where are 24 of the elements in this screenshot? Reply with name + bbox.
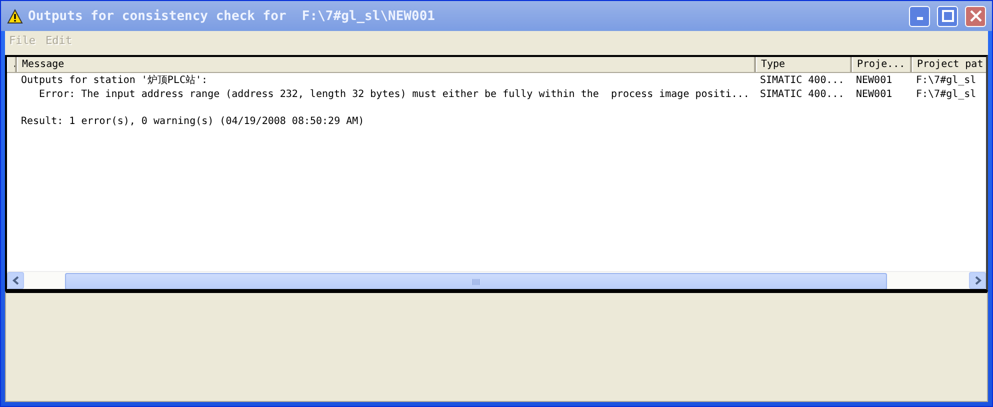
scrollbar-thumb[interactable] bbox=[65, 273, 887, 289]
table-cell-text: Error: The input address range (address 232, length 32 bytes) must either be fully within the process image positi... bbox=[38, 88, 750, 101]
scroll-left-button[interactable] bbox=[7, 272, 24, 289]
maximize-icon bbox=[942, 10, 954, 22]
table-cell-text: SIMATIC 400... bbox=[759, 88, 846, 101]
minimize-button[interactable] bbox=[909, 6, 930, 26]
warning-icon bbox=[7, 8, 23, 24]
grip-icon bbox=[472, 278, 480, 284]
table-cell-text: NEW001 bbox=[855, 74, 894, 88]
table-cell-text: Outputs for station '炉顶PLC站': bbox=[20, 74, 209, 88]
window-title: Outputs for consistency check for F:\7#gl_sl\NEW001 bbox=[28, 8, 436, 24]
table-cell-text: F:\7#gl_sl bbox=[915, 74, 978, 88]
table-cell-text: SIMATIC 400... bbox=[759, 74, 846, 88]
close-button[interactable] bbox=[965, 6, 986, 26]
maximize-button[interactable] bbox=[937, 6, 958, 26]
column-header[interactable]: Type bbox=[756, 57, 852, 72]
scroll-right-button[interactable] bbox=[969, 272, 986, 289]
column-header[interactable]: Project pat bbox=[912, 57, 986, 72]
close-icon bbox=[970, 10, 982, 22]
table-cell-text: NEW001 bbox=[855, 88, 894, 101]
column-header[interactable]: Proje... bbox=[852, 57, 912, 72]
table-cell-text: Result: 1 error(s), 0 warning(s) (04/19/2008 08:50:29 AM) bbox=[20, 114, 366, 128]
column-header[interactable]: Message bbox=[17, 57, 756, 72]
table-cell-text: F:\7#gl_sl bbox=[915, 88, 978, 101]
